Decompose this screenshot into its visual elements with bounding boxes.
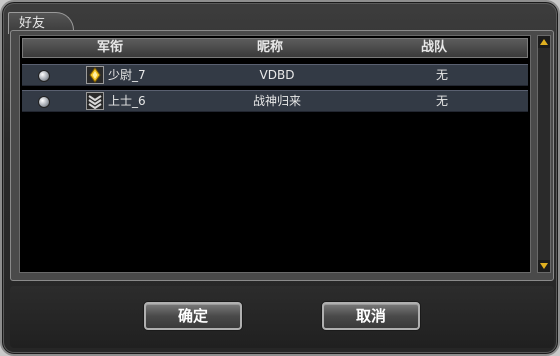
team-name: 无 bbox=[435, 94, 448, 108]
chevron-stripes-icon bbox=[86, 92, 104, 110]
table-row[interactable]: 少尉_7 VDBD 无 bbox=[22, 64, 528, 86]
list-scrollbar[interactable] bbox=[537, 35, 551, 273]
rank-name: 少尉_7 bbox=[108, 68, 146, 82]
row-select-radio[interactable] bbox=[38, 96, 50, 108]
rank-name: 上士_6 bbox=[108, 94, 146, 108]
column-header-rank: 军衔 bbox=[97, 40, 124, 55]
column-header-nickname: 昵称 bbox=[257, 40, 284, 55]
confirm-button[interactable]: 确定 bbox=[144, 302, 242, 330]
table-header: 军衔 昵称 战队 bbox=[22, 38, 528, 58]
friend-list-panel: 军衔 昵称 战队 少尉_7 VDBD 无 上士_6 战神归来 无 bbox=[10, 30, 554, 281]
table-row[interactable]: 上士_6 战神归来 无 bbox=[22, 90, 528, 112]
friend-select-dialog: 好友 军衔 昵称 战队 少尉_7 VDBD 无 上士_6 战神归来 无 确定 取… bbox=[0, 0, 560, 356]
column-header-team: 战队 bbox=[421, 40, 448, 55]
nickname: VDBD bbox=[259, 68, 295, 82]
scroll-down-arrow-icon[interactable] bbox=[538, 260, 550, 272]
cancel-button[interactable]: 取消 bbox=[322, 302, 420, 330]
gold-diamond-icon bbox=[86, 66, 104, 84]
friend-list: 军衔 昵称 战队 少尉_7 VDBD 无 上士_6 战神归来 无 bbox=[19, 35, 531, 273]
nickname: 战神归来 bbox=[252, 94, 301, 108]
row-select-radio[interactable] bbox=[38, 70, 50, 82]
dialog-footer: 确定 取消 bbox=[10, 286, 554, 348]
team-name: 无 bbox=[435, 68, 448, 82]
tab-friends-label: 好友 bbox=[19, 16, 46, 31]
scroll-up-arrow-icon[interactable] bbox=[538, 36, 550, 48]
